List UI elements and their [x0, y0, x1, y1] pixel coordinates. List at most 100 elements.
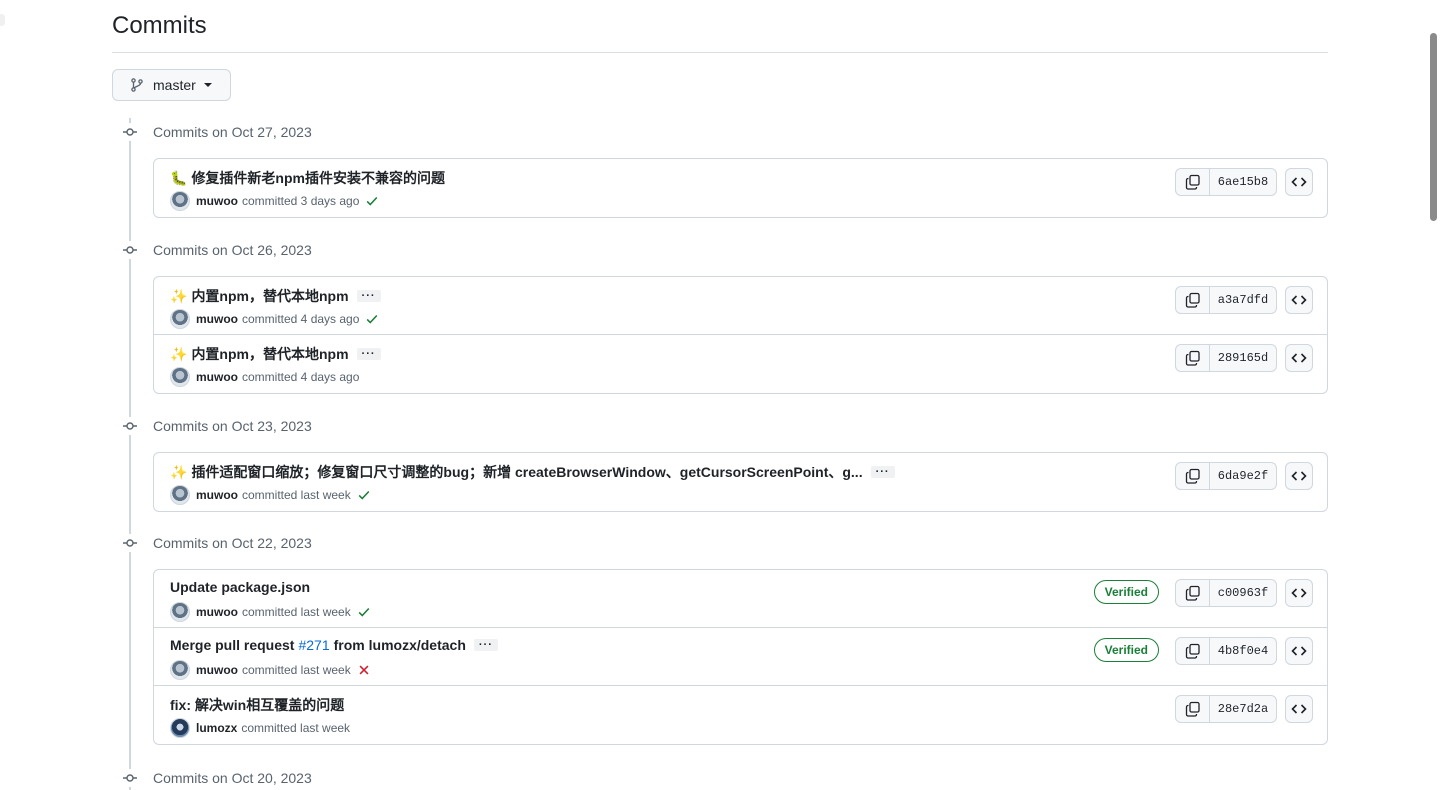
commit-row: ✨ 插件适配窗口缩放；修复窗口尺寸调整的bug；新增 createBrowser… — [154, 453, 1327, 511]
commit-message[interactable]: ✨ 内置npm，替代本地npm ··· — [170, 286, 381, 306]
browse-repo-button[interactable] — [1285, 695, 1313, 723]
commit-node-icon — [121, 534, 139, 552]
commit-meta: muwoo committed 3 days ago — [170, 191, 379, 211]
commit-message[interactable]: fix: 解决win相互覆盖的问题 — [170, 695, 344, 715]
pull-request-link[interactable]: #271 — [298, 637, 329, 653]
author-name[interactable]: muwoo — [196, 370, 238, 384]
expand-message-button[interactable]: ··· — [473, 639, 498, 651]
check-icon[interactable] — [365, 312, 379, 326]
avatar[interactable] — [170, 602, 190, 622]
copy-sha-button[interactable] — [1176, 638, 1210, 664]
copy-sha-button[interactable] — [1176, 345, 1210, 371]
author-name[interactable]: muwoo — [196, 605, 238, 619]
browse-repo-button[interactable] — [1285, 286, 1313, 314]
browse-repo-button[interactable] — [1285, 344, 1313, 372]
check-icon[interactable] — [365, 194, 379, 208]
commit-sha[interactable]: c00963f — [1210, 580, 1276, 606]
author-name[interactable]: lumozx — [196, 721, 237, 735]
commit-time: committed 3 days ago — [242, 194, 360, 208]
commit-time: committed last week — [242, 488, 351, 502]
commit-meta: muwoo committed 4 days ago — [170, 309, 379, 329]
sha-button-group: 6ae15b8 — [1175, 168, 1277, 196]
author-name[interactable]: muwoo — [196, 312, 238, 326]
sparkles-emoji: ✨ — [170, 463, 188, 480]
commit-sha[interactable]: 28e7d2a — [1210, 696, 1276, 722]
scrollbar-thumb[interactable] — [1430, 33, 1437, 221]
expand-message-button[interactable]: ··· — [356, 290, 381, 302]
commit-message-suffix: from lumozx/detach — [333, 637, 466, 653]
window-edge — [0, 14, 5, 26]
commit-sha[interactable]: 289165d — [1210, 345, 1276, 371]
copy-sha-button[interactable] — [1176, 580, 1210, 606]
commit-meta: muwoo committed last week — [170, 660, 371, 680]
x-icon[interactable] — [357, 663, 371, 677]
commit-meta: muwoo committed last week — [170, 485, 371, 505]
sha-button-group: 6da9e2f — [1175, 462, 1277, 490]
browse-repo-button[interactable] — [1285, 462, 1313, 490]
scrollbar[interactable] — [1426, 0, 1440, 790]
avatar[interactable] — [170, 718, 190, 738]
check-icon[interactable] — [357, 488, 371, 502]
commit-message[interactable]: 🐛 修复插件新老npm插件安装不兼容的问题 — [170, 168, 445, 188]
commit-time: committed last week — [241, 721, 351, 735]
commit-sha[interactable]: a3a7dfd — [1210, 287, 1276, 313]
commit-sha[interactable]: 6ae15b8 — [1210, 169, 1276, 195]
commit-message[interactable]: Update package.json — [170, 579, 310, 595]
copy-icon — [1185, 643, 1200, 659]
verified-badge[interactable]: Verified — [1093, 580, 1159, 604]
avatar[interactable] — [170, 485, 190, 505]
group-date-label: Commits on Oct 27, 2023 — [153, 124, 312, 140]
expand-message-button[interactable]: ··· — [356, 348, 381, 360]
commit-message[interactable]: ✨ 插件适配窗口缩放；修复窗口尺寸调整的bug；新增 createBrowser… — [170, 462, 895, 482]
copy-sha-button[interactable] — [1176, 696, 1210, 722]
verified-badge[interactable]: Verified — [1093, 638, 1159, 662]
commit-node-icon — [121, 241, 139, 259]
commit-message-text: 内置npm，替代本地npm — [191, 346, 349, 362]
copy-sha-button[interactable] — [1176, 287, 1210, 313]
commit-list: ✨ 插件适配窗口缩放；修复窗口尺寸调整的bug；新增 createBrowser… — [153, 452, 1328, 512]
browse-repo-button[interactable] — [1285, 579, 1313, 607]
code-icon — [1291, 646, 1307, 656]
copy-icon — [1185, 292, 1200, 308]
commit-message[interactable]: Merge pull request #271 from lumozx/deta… — [170, 637, 498, 653]
browse-repo-button[interactable] — [1285, 168, 1313, 196]
commit-sha[interactable]: 6da9e2f — [1210, 463, 1276, 489]
sha-button-group: c00963f — [1175, 579, 1277, 607]
copy-icon — [1185, 350, 1200, 366]
code-icon — [1291, 588, 1307, 598]
check-icon[interactable] — [357, 605, 371, 619]
code-icon — [1291, 471, 1307, 481]
copy-sha-button[interactable] — [1176, 169, 1210, 195]
title-divider — [112, 52, 1328, 53]
author-name[interactable]: muwoo — [196, 663, 238, 677]
commits-page: Commits master Commits on Oct 27, 2023 🐛… — [0, 0, 1440, 790]
commit-sha[interactable]: 4b8f0e4 — [1210, 638, 1276, 664]
branch-selector-button[interactable]: master — [112, 69, 231, 101]
avatar[interactable] — [170, 191, 190, 211]
commit-time: committed last week — [242, 605, 351, 619]
expand-message-button[interactable]: ··· — [870, 466, 895, 478]
group-date-label: Commits on Oct 26, 2023 — [153, 242, 312, 258]
avatar[interactable] — [170, 660, 190, 680]
commit-row: ✨ 内置npm，替代本地npm ··· muwoo committed 4 da… — [154, 277, 1327, 335]
author-name[interactable]: muwoo — [196, 194, 238, 208]
sparkles-emoji: ✨ — [170, 287, 188, 304]
commit-message-text: fix: 解决win相互覆盖的问题 — [170, 697, 345, 713]
commit-message[interactable]: ✨ 内置npm，替代本地npm ··· — [170, 344, 381, 364]
author-name[interactable]: muwoo — [196, 488, 238, 502]
branch-name: master — [153, 77, 196, 93]
copy-sha-button[interactable] — [1176, 463, 1210, 489]
avatar[interactable] — [170, 367, 190, 387]
commit-node-icon — [121, 123, 139, 141]
browse-repo-button[interactable] — [1285, 637, 1313, 665]
avatar[interactable] — [170, 309, 190, 329]
group-date-label: Commits on Oct 22, 2023 — [153, 535, 312, 551]
commit-message-prefix: Merge pull request — [170, 637, 295, 653]
commit-message-text: 内置npm，替代本地npm — [191, 288, 349, 304]
copy-icon — [1185, 585, 1200, 601]
git-branch-icon — [131, 78, 143, 92]
sha-button-group: 4b8f0e4 — [1175, 637, 1277, 665]
commit-row: fix: 解决win相互覆盖的问题 lumozx committed last … — [154, 686, 1327, 744]
code-icon — [1291, 177, 1307, 187]
commit-list: Update package.json muwoo committed last… — [153, 569, 1328, 745]
